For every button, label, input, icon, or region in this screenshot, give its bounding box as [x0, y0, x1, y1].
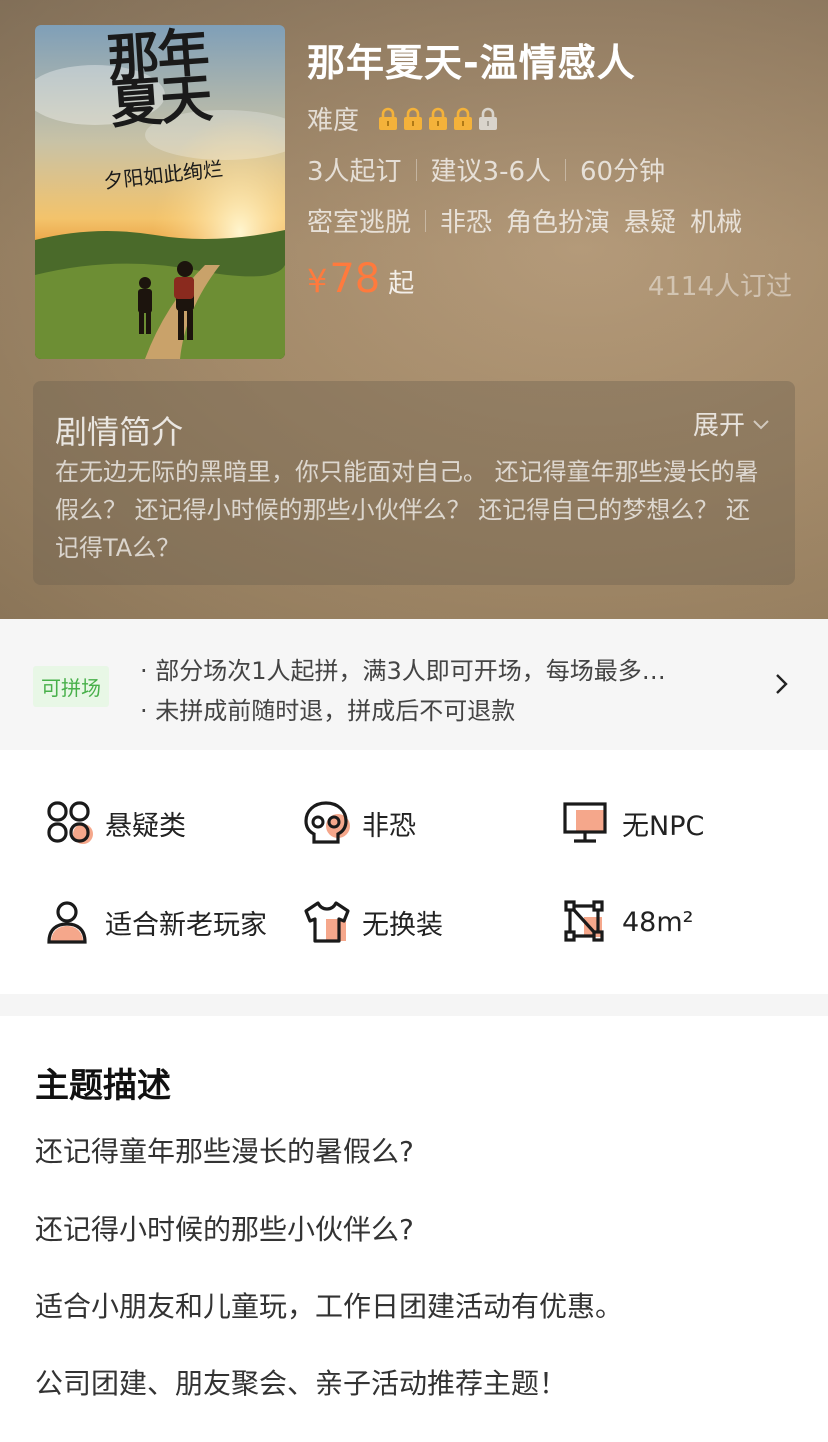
- min-players: 3人起订: [307, 157, 402, 187]
- lock-empty-icon: [479, 107, 498, 130]
- description-title: 主题描述: [35, 1066, 171, 1106]
- features-grid: 悬疑类 非恐 无NPC 适合新老玩家 无换装 48m²: [0, 750, 828, 994]
- chevron-down-icon: [753, 419, 769, 429]
- feature-non-horror: 非恐: [302, 800, 416, 846]
- puzzle-grid-icon: [47, 801, 93, 844]
- divider: [565, 158, 567, 181]
- lock-filled-icon: [454, 107, 473, 130]
- feature-no-costume: 无换装: [302, 899, 443, 945]
- price-suffix: 起: [388, 269, 415, 299]
- lock-filled-icon: [429, 107, 448, 130]
- tags-row: 密室逃脱 非恐 角色扮演 悬疑 机械: [307, 202, 742, 239]
- feature-label: 适合新老玩家: [105, 909, 267, 941]
- feature-no-npc: 无NPC: [562, 800, 704, 846]
- difficulty-row: 难度: [307, 100, 502, 137]
- section-divider: [0, 994, 828, 1016]
- synopsis-expand-button[interactable]: 展开: [693, 405, 773, 442]
- person-icon: [47, 901, 87, 944]
- lock-filled-icon: [379, 107, 398, 130]
- price-symbol: ¥: [307, 262, 328, 300]
- chevron-right-icon[interactable]: [768, 671, 794, 697]
- difficulty-locks: [377, 107, 502, 131]
- divider: [415, 158, 417, 181]
- monitor-icon: [563, 802, 607, 843]
- area-icon: [564, 900, 604, 942]
- tshirt-icon: [304, 901, 350, 943]
- tag-non-horror: 非恐: [440, 208, 493, 238]
- feature-area: 48m²: [562, 899, 693, 945]
- feature-label: 无NPC: [622, 810, 705, 842]
- game-title: 那年夏天-温情感人: [307, 41, 636, 85]
- description-line: 还记得小时候的那些小伙伴么?: [35, 1213, 414, 1246]
- tag-escape-room: 密室逃脱: [307, 208, 412, 238]
- players-row: 3人起订 建议3-6人 60分钟: [307, 151, 665, 188]
- combine-rule-1: · 部分场次1人起拼，满3人即可开场，每场最多…: [140, 657, 666, 685]
- expand-label: 展开: [692, 411, 745, 441]
- synopsis-title: 剧情简介: [55, 413, 184, 451]
- lock-filled-icon: [404, 107, 423, 130]
- price: ¥ 78 起: [307, 256, 414, 302]
- duration: 60分钟: [580, 157, 666, 187]
- skull-icon: [304, 801, 350, 844]
- suggested-players: 建议3-6人: [430, 157, 552, 187]
- feature-mystery: 悬疑类: [45, 800, 186, 846]
- combine-badge: 可拼场: [33, 666, 109, 707]
- tag-mystery: 悬疑: [624, 208, 677, 238]
- booked-count: 4114人订过: [647, 272, 792, 302]
- price-value: 78: [329, 256, 381, 302]
- feature-label: 非恐: [362, 810, 416, 842]
- description-line: 公司团建、朋友聚会、亲子活动推荐主题！: [35, 1367, 568, 1400]
- tag-mechanical: 机械: [690, 208, 743, 238]
- synopsis-text: 在无边无际的黑暗里，你只能面对自己。 还记得童年那些漫长的暑假么？ 还记得小时候…: [55, 458, 759, 562]
- description-line: 还记得童年那些漫长的暑假么?: [35, 1135, 414, 1168]
- divider: [425, 209, 427, 232]
- combine-rule-2: · 未拼成前随时退，拼成后不可退款: [140, 697, 516, 725]
- hero-header: 那年夏天 夕阳如此绚烂 那年夏天-温情感人 难度 3人起订 建议3-6人 60分…: [0, 0, 828, 619]
- theme-description: 主题描述 还记得童年那些漫长的暑假么? 还记得小时候的那些小伙伴么? 适合小朋友…: [0, 1016, 828, 1442]
- difficulty-label: 难度: [307, 106, 360, 136]
- combine-booking-bar[interactable]: 可拼场 · 部分场次1人起拼，满3人即可开场，每场最多… · 未拼成前随时退，拼…: [0, 619, 828, 750]
- poster-title-text: 那年夏天: [105, 25, 213, 136]
- tag-role-play: 角色扮演: [506, 208, 611, 238]
- feature-label: 无换装: [362, 909, 443, 941]
- feature-label: 48m²: [622, 906, 694, 938]
- poster-image[interactable]: 那年夏天 夕阳如此绚烂: [35, 25, 285, 359]
- feature-label: 悬疑类: [105, 810, 186, 842]
- synopsis-card: 剧情简介 展开 在无边无际的黑暗里，你只能面对自己。 还记得童年那些漫长的暑假么…: [33, 381, 795, 585]
- description-line: 适合小朋友和儿童玩，工作日团建活动有优惠。: [35, 1290, 624, 1323]
- feature-players: 适合新老玩家: [45, 899, 267, 945]
